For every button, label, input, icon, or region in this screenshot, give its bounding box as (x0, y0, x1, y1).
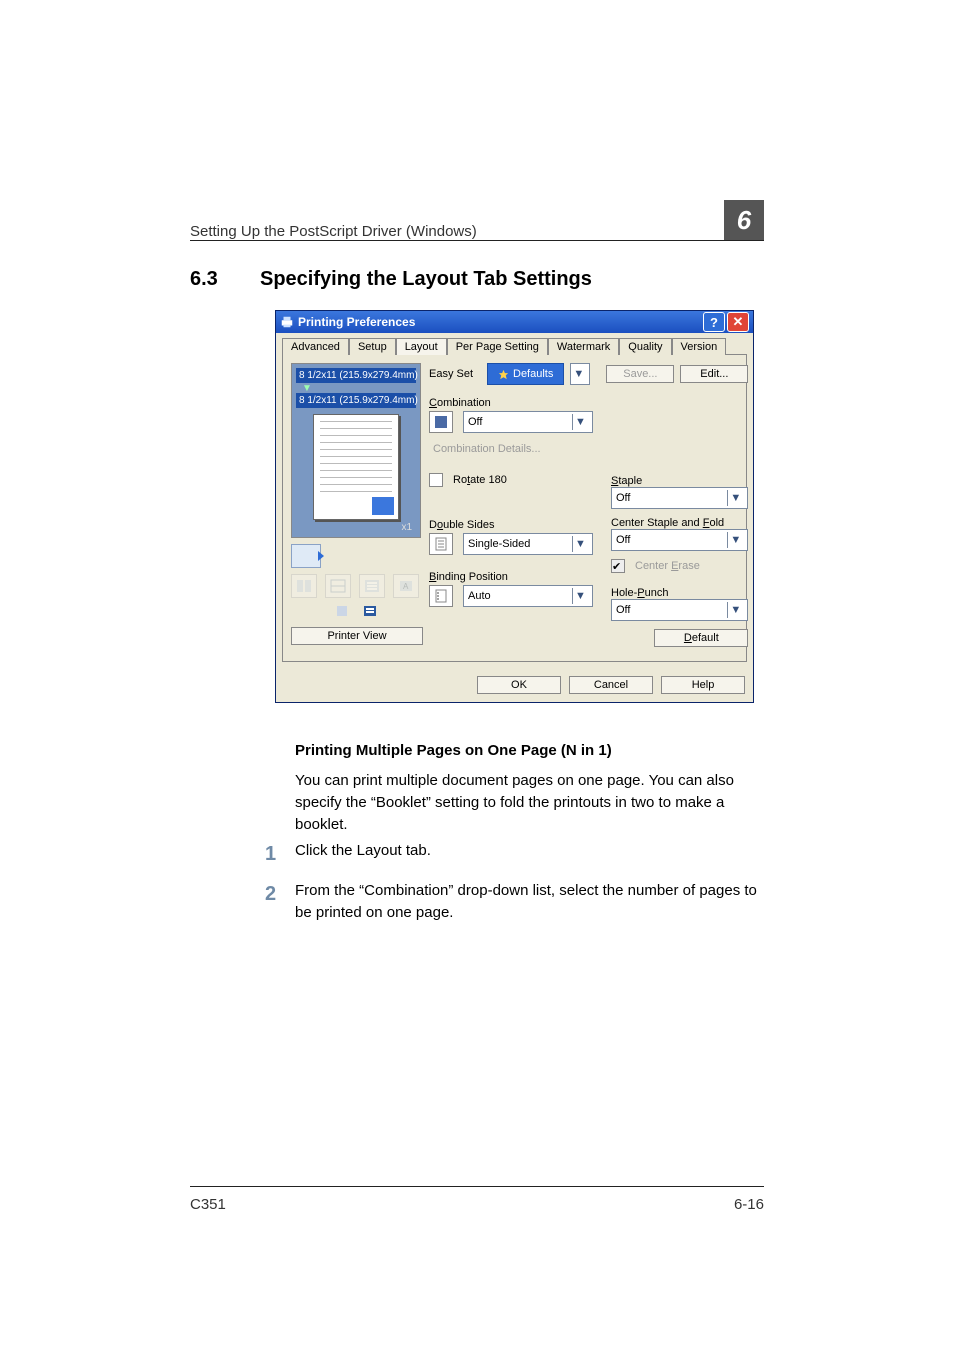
preview-size-original: 8 1/2x11 (215.9x279.4mm) (296, 368, 416, 383)
layout-tab-panel: 8 1/2x11 (215.9x279.4mm) ▼ 8 1/2x11 (215… (282, 354, 747, 662)
center-staple-label: Center Staple and Fold (611, 517, 748, 529)
titlebar-close-button[interactable]: ✕ (727, 312, 749, 332)
binding-position-dropdown[interactable]: Auto ▼ (463, 585, 593, 607)
titlebar-help-button[interactable]: ? (703, 312, 725, 332)
tab-per-page-setting[interactable]: Per Page Setting (447, 338, 548, 355)
step-1-text: Click the Layout tab. (295, 842, 431, 859)
chapter-number-box: 6 (724, 200, 764, 240)
star-icon (498, 369, 509, 380)
settings-column: Easy Set Defaults ▼ Save... Edit... (429, 363, 748, 653)
preview-arrow-icon: ▼ (296, 385, 416, 393)
easy-set-label: Easy Set (429, 368, 481, 380)
window-title: Printing Preferences (280, 315, 415, 329)
cancel-button[interactable]: Cancel (569, 676, 653, 694)
tab-setup[interactable]: Setup (349, 338, 396, 355)
chevron-down-icon: ▼ (572, 588, 588, 604)
window-title-text: Printing Preferences (298, 315, 415, 329)
running-head-text: Setting Up the PostScript Driver (Window… (190, 223, 477, 240)
printer-icon (280, 315, 294, 329)
screenshot-figure: Printing Preferences ? ✕ Advanced Setup … (275, 310, 754, 703)
header-rule (190, 240, 764, 241)
center-erase-checkbox: ✔ (611, 559, 625, 573)
page-preview: 8 1/2x11 (215.9x279.4mm) ▼ 8 1/2x11 (215… (291, 363, 421, 538)
preview-column: 8 1/2x11 (215.9x279.4mm) ▼ 8 1/2x11 (215… (291, 363, 421, 653)
combination-value: Off (468, 416, 482, 428)
combination-icon (429, 411, 453, 433)
chevron-down-icon: ▼ (727, 490, 743, 506)
section-heading: 6.3Specifying the Layout Tab Settings (190, 268, 764, 291)
tab-version[interactable]: Version (672, 338, 727, 355)
center-erase-label: Center Erase (635, 560, 700, 572)
footer-rule (190, 1186, 764, 1187)
chevron-down-icon: ▼ (572, 414, 588, 430)
combination-details-button: Combination Details... (429, 443, 593, 455)
help-button[interactable]: Help (661, 676, 745, 694)
hole-punch-value: Off (616, 604, 630, 616)
double-sides-icon (429, 533, 453, 555)
double-sides-label: Double Sides (429, 519, 593, 531)
step-2-number: 2 (265, 880, 276, 909)
easy-set-edit-button[interactable]: Edit... (680, 365, 748, 383)
default-button[interactable]: DDefaultefault (654, 629, 748, 647)
center-staple-dropdown[interactable]: Off ▼ (611, 529, 748, 551)
combination-label: CCombinationombination (429, 397, 593, 409)
layout-option-icon-2 (325, 574, 351, 598)
preview-page-icon (313, 414, 399, 520)
preview-copies: x1 (296, 522, 416, 533)
section-number: 6.3 (190, 268, 260, 291)
staple-value: Off (616, 492, 630, 504)
tab-advanced[interactable]: Advanced (282, 338, 349, 355)
ok-button[interactable]: OK (477, 676, 561, 694)
layout-option-icon-5 (334, 604, 350, 621)
easy-set-row: Easy Set Defaults ▼ Save... Edit... (429, 363, 748, 385)
layout-option-icon-3 (359, 574, 385, 598)
layout-option-icon-4: A (393, 574, 419, 598)
staple-dropdown[interactable]: Off ▼ (611, 487, 748, 509)
titlebar: Printing Preferences ? ✕ (276, 311, 753, 333)
step-2: 2 From the “Combination” drop-down list,… (295, 880, 764, 924)
step-1: 1 Click the Layout tab. (295, 840, 764, 862)
chevron-down-icon: ▼ (572, 536, 588, 552)
svg-text:A: A (403, 582, 409, 591)
step-2-text: From the “Combination” drop-down list, s… (295, 880, 764, 924)
output-tray-icon[interactable] (291, 544, 321, 568)
rotate-180-label: Rotate 180 (453, 474, 507, 486)
tab-quality[interactable]: Quality (619, 338, 671, 355)
layout-option-icon-6[interactable] (362, 604, 378, 621)
easy-set-dropdown[interactable]: ▼ (570, 363, 590, 385)
printing-preferences-window: Printing Preferences ? ✕ Advanced Setup … (275, 310, 754, 703)
center-staple-value: Off (616, 534, 630, 546)
binding-position-label: Binding Position (429, 571, 593, 583)
double-sides-dropdown[interactable]: Single-Sided ▼ (463, 533, 593, 555)
staple-label: Staple (611, 475, 748, 487)
easy-set-save-button: Save... (606, 365, 674, 383)
dialog-button-row: OK Cancel Help (276, 668, 753, 702)
intro-paragraph: You can print multiple document pages on… (295, 770, 764, 835)
chevron-down-icon: ▼ (727, 532, 743, 548)
tab-watermark[interactable]: Watermark (548, 338, 619, 355)
layout-option-icon-1 (291, 574, 317, 598)
tab-layout[interactable]: Layout (396, 338, 447, 355)
printer-view-button[interactable]: Printer View (291, 627, 423, 645)
binding-position-value: Auto (468, 590, 491, 602)
footer-left: C351 (190, 1196, 226, 1213)
rotate-180-checkbox[interactable] (429, 473, 443, 487)
footer-right: 6-16 (734, 1196, 764, 1213)
hole-punch-label: Hole-Punch (611, 587, 748, 599)
subsection-heading: Printing Multiple Pages on One Page (N i… (295, 742, 612, 759)
tab-strip: Advanced Setup Layout Per Page Setting W… (276, 333, 753, 354)
combination-dropdown[interactable]: Off ▼ (463, 411, 593, 433)
binding-position-icon (429, 585, 453, 607)
preview-size-output: 8 1/2x11 (215.9x279.4mm) (296, 393, 416, 408)
page-footer: C351 6-16 (190, 1196, 764, 1213)
chevron-down-icon: ▼ (727, 602, 743, 618)
section-title: Specifying the Layout Tab Settings (260, 268, 592, 290)
double-sides-value: Single-Sided (468, 538, 530, 550)
easy-set-defaults-badge: Defaults (487, 363, 564, 385)
step-1-number: 1 (265, 840, 276, 869)
easy-set-value: Defaults (513, 368, 553, 380)
hole-punch-dropdown[interactable]: Off ▼ (611, 599, 748, 621)
chapter-number: 6 (737, 205, 751, 235)
